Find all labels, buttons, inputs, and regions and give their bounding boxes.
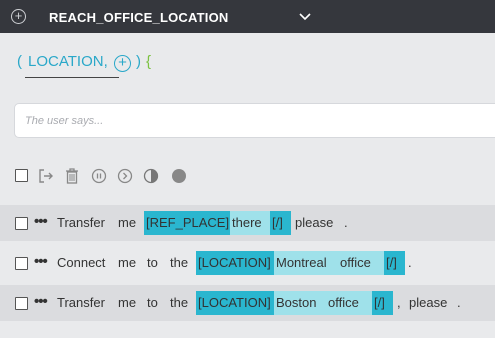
token-word[interactable]: Connect [57, 251, 105, 275]
trash-icon[interactable] [65, 168, 79, 184]
parameter-underline [25, 77, 119, 78]
row-checkbox[interactable] [15, 217, 28, 230]
list-item: ••• Transfer me to the [LOCATION] Boston… [0, 285, 495, 321]
parameter-location[interactable]: LOCATION, [28, 53, 108, 70]
token-word[interactable]: to [147, 251, 158, 275]
open-paren: ( [17, 53, 22, 70]
entity-value[interactable]: office [338, 251, 384, 275]
token-word[interactable]: me [118, 251, 136, 275]
token-word[interactable]: me [118, 211, 136, 235]
entity-value[interactable]: Boston [274, 291, 326, 315]
token-word[interactable]: . [408, 251, 412, 275]
token-word[interactable]: Transfer [57, 211, 105, 235]
half-circle-icon[interactable] [143, 168, 159, 184]
entity-tag[interactable]: [REF_PLACE] [144, 211, 230, 235]
entity-close-tag[interactable]: [/] [384, 251, 405, 275]
user-says-input[interactable] [25, 113, 485, 129]
export-icon[interactable] [38, 168, 54, 184]
add-parameter-icon[interactable]: + [114, 55, 131, 72]
list-item: ••• Connect me to the [LOCATION] Montrea… [0, 245, 495, 281]
select-all-checkbox[interactable] [15, 169, 28, 182]
token-word[interactable]: . [457, 291, 461, 315]
token-word[interactable]: to [147, 291, 158, 315]
token-word[interactable]: Transfer [57, 291, 105, 315]
token-word[interactable]: the [170, 251, 188, 275]
entity-value[interactable]: there [230, 211, 270, 235]
next-icon[interactable] [117, 168, 133, 184]
entity-close-tag[interactable]: [/] [270, 211, 291, 235]
intent-title[interactable]: REACH_OFFICE_LOCATION [49, 10, 228, 25]
row-menu-icon[interactable]: ••• [34, 253, 48, 270]
row-menu-icon[interactable]: ••• [34, 293, 48, 310]
entity-value[interactable]: office [326, 291, 372, 315]
open-brace: { [146, 53, 152, 70]
pause-icon[interactable] [91, 168, 107, 184]
user-says-box[interactable] [14, 103, 495, 138]
chevron-down-icon[interactable] [298, 12, 312, 21]
entity-tag[interactable]: [LOCATION] [196, 291, 274, 315]
token-word[interactable]: , [397, 291, 401, 315]
token-word[interactable]: the [170, 291, 188, 315]
token-word[interactable]: . [344, 211, 348, 235]
plus-circle-icon[interactable]: + [11, 9, 26, 24]
entity-tag[interactable]: [LOCATION] [196, 251, 274, 275]
intent-header: + REACH_OFFICE_LOCATION [0, 0, 495, 33]
entity-close-tag[interactable]: [/] [372, 291, 393, 315]
row-checkbox[interactable] [15, 297, 28, 310]
entity-value[interactable]: Montreal [274, 251, 338, 275]
token-word[interactable]: please [295, 211, 333, 235]
row-menu-icon[interactable]: ••• [34, 213, 48, 230]
list-item: ••• Transfer me [REF_PLACE] there [/] pl… [0, 205, 495, 241]
close-paren: ) [136, 53, 141, 70]
token-word[interactable]: me [118, 291, 136, 315]
row-checkbox[interactable] [15, 257, 28, 270]
circle-icon[interactable] [171, 168, 187, 184]
token-word[interactable]: please [409, 291, 447, 315]
